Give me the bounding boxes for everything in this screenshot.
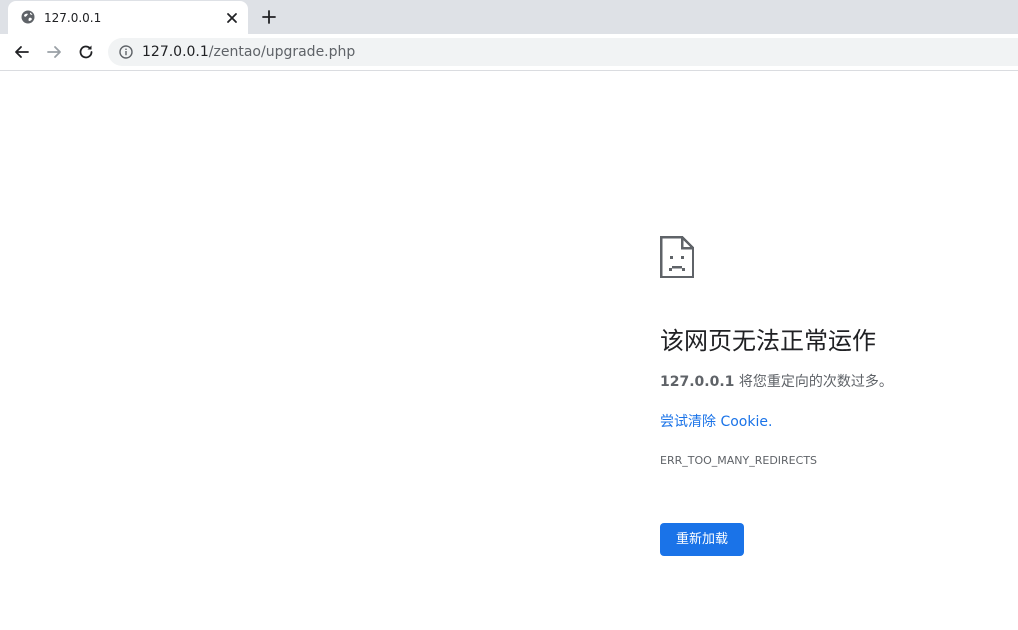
error-heading: 该网页无法正常运作	[660, 327, 876, 355]
url-path: /zentao/upgrade.php	[208, 44, 356, 60]
info-icon[interactable]	[119, 45, 133, 59]
reload-icon[interactable]	[77, 43, 95, 61]
error-code: ERR_TOO_MANY_REDIRECTS	[660, 454, 818, 467]
tab-active[interactable]: 127.0.0.1	[8, 1, 248, 34]
tab-title: 127.0.0.1	[44, 11, 102, 25]
url-host: 127.0.0.1	[142, 44, 209, 60]
tab-strip: 127.0.0.1	[0, 0, 1018, 34]
error-message: 将您重定向的次数过多。	[734, 374, 893, 390]
error-host: 127.0.0.1	[660, 374, 735, 390]
clear-cookies-link[interactable]: 尝试清除 Cookie.	[660, 412, 772, 432]
close-icon[interactable]	[224, 10, 240, 26]
arrow-left-icon[interactable]	[13, 43, 31, 61]
toolbar: 127.0.0.1/zentao/upgrade.php	[0, 34, 1018, 71]
url-text[interactable]: 127.0.0.1/zentao/upgrade.php	[142, 44, 355, 60]
globe-icon	[21, 10, 35, 24]
reload-button[interactable]: 重新加载	[660, 523, 744, 556]
address-bar[interactable]: 127.0.0.1/zentao/upgrade.php	[108, 38, 1018, 66]
arrow-right-icon[interactable]	[45, 43, 63, 61]
error-description: 127.0.0.1 将您重定向的次数过多。	[660, 372, 893, 392]
plus-icon[interactable]	[261, 9, 277, 25]
sad-document-icon	[660, 236, 694, 278]
